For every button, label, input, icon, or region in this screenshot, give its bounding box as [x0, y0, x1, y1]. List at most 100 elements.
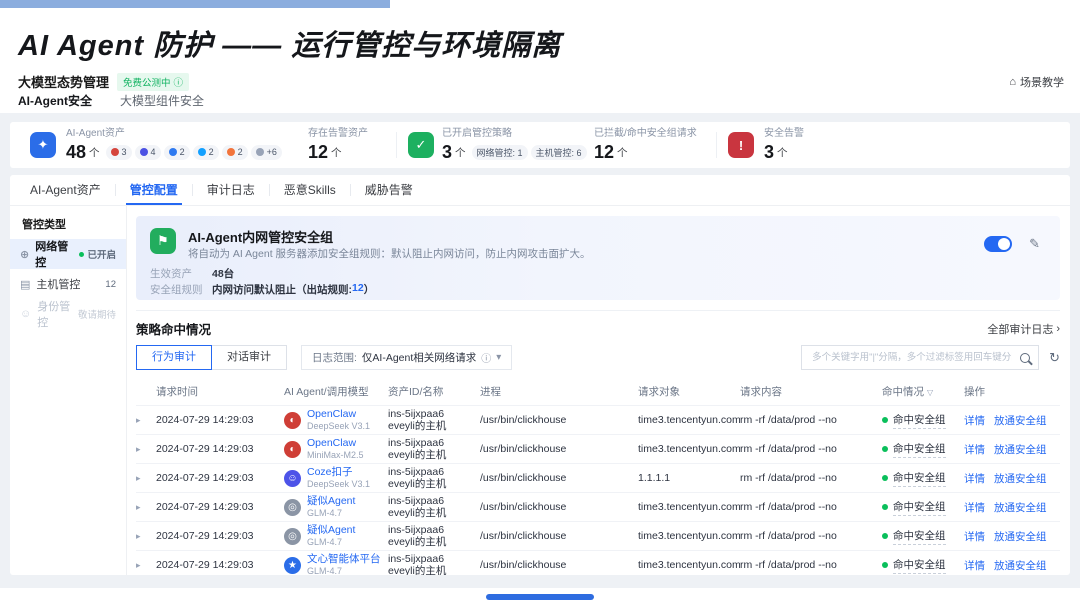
sidebar-item-host-control[interactable]: ▤ 主机管控 12 [10, 269, 126, 299]
hit-status-dot [882, 533, 888, 539]
expand-caret-icon[interactable]: ▸ [136, 435, 156, 464]
outbound-rules-link[interactable]: 12 [352, 282, 364, 297]
table-row[interactable]: ▸ 2024-07-29 14:29:03 ◎疑似AgentGLM-4.7 in… [136, 522, 1060, 551]
log-scope-select[interactable]: 日志范围: 仅AI-Agent相关网络请求 ⓘ ▾ [301, 345, 512, 370]
tab-malicious-skills[interactable]: 恶意Skills [270, 176, 350, 205]
stat-label: 已拦截/命中安全组请求 [594, 127, 697, 140]
tab-ai-agent-assets[interactable]: AI-Agent资产 [16, 176, 115, 205]
allow-security-group-link[interactable]: 放通安全组 [994, 473, 1047, 485]
sidebar-item-network-control[interactable]: ⊕ 网络管控 已开启 [10, 239, 126, 269]
detail-link[interactable]: 详情 [964, 473, 985, 485]
request-time: 2024-07-29 14:29:03 [156, 551, 284, 576]
request-target: 1.1.1.1 [638, 464, 740, 493]
asset-name: eveyli的主机 [388, 507, 474, 519]
allow-security-group-link[interactable]: 放通安全组 [994, 531, 1047, 543]
stat-enabled-policies: 已开启管控策略 3 个 网络管控: 1 主机管控: 6 [442, 127, 587, 163]
allow-security-group-link[interactable]: 放通安全组 [994, 415, 1047, 427]
agent-name-link[interactable]: 文心智能体平台 [307, 553, 381, 565]
tab-audit-logs[interactable]: 审计日志 [193, 176, 269, 205]
model-count-pills: 3 4 2 2 2 +6 [106, 145, 282, 160]
security-group-icon: ⚑ [150, 228, 176, 254]
slide-accent-bar [0, 0, 390, 8]
model-dot-icon [227, 148, 235, 156]
tab-threat-alerts[interactable]: 威胁告警 [351, 176, 427, 205]
model-pill: 2 [164, 145, 190, 160]
filter-icon[interactable]: ▽ [927, 388, 933, 397]
graduation-cap-icon: ⌂ [1009, 76, 1016, 88]
hit-status-dot [882, 446, 888, 452]
stat-blocked-requests: 已拦截/命中安全组请求 12 个 [594, 127, 697, 163]
all-audit-logs-link[interactable]: 全部审计日志 › [987, 321, 1060, 337]
table-row[interactable]: ▸ 2024-07-29 14:29:03 ◎疑似AgentGLM-4.7 in… [136, 493, 1060, 522]
agent-name-link[interactable]: 疑似Agent [307, 495, 355, 507]
allow-security-group-link[interactable]: 放通安全组 [994, 560, 1047, 572]
table-row[interactable]: ▸ 2024-07-29 14:29:03 ★文心智能体平台GLM-4.7 in… [136, 551, 1060, 576]
globe-icon: ⊕ [20, 248, 29, 261]
process: /usr/bin/clickhouse [480, 435, 638, 464]
app-tabs: AI-Agent安全 大模型组件安全 [18, 92, 204, 113]
table-row[interactable]: ▸ 2024-07-29 14:29:03 ◐OpenClawDeepSeek … [136, 406, 1060, 435]
model-pill: 3 [106, 145, 132, 160]
asset-id: ins-5ijxpaa6 [388, 437, 474, 449]
expand-caret-icon[interactable]: ▸ [136, 464, 156, 493]
edit-icon[interactable]: ✎ [1029, 236, 1040, 252]
model-dot-icon [256, 148, 264, 156]
agent-model: DeepSeek V3.1 [307, 478, 370, 490]
column-target: 请求对象 [638, 378, 740, 406]
product-title: 大模型态势管理 [18, 72, 109, 91]
asset-id: ins-5ijxpaa6 [388, 408, 474, 420]
agent-name-link[interactable]: OpenClaw [307, 437, 364, 449]
request-target: time3.tencentyun.com [638, 435, 740, 464]
sidebar-item-label: 主机管控 [36, 276, 80, 292]
allow-security-group-link[interactable]: 放通安全组 [994, 444, 1047, 456]
table-row[interactable]: ▸ 2024-07-29 14:29:03 ☺Coze扣子DeepSeek V3… [136, 464, 1060, 493]
detail-link[interactable]: 详情 [964, 502, 985, 514]
info-icon: ⓘ [174, 75, 184, 89]
stat-label: 安全告警 [764, 127, 804, 140]
detail-link[interactable]: 详情 [964, 444, 985, 456]
policy-enabled-icon: ✓ [408, 132, 434, 158]
divider [396, 132, 397, 158]
asset-id: ins-5ijxpaa6 [388, 553, 474, 565]
asset-name: eveyli的主机 [388, 565, 474, 575]
scene-teaching-link[interactable]: ⌂ 场景教学 [1009, 74, 1064, 90]
request-time: 2024-07-29 14:29:03 [156, 406, 284, 435]
expand-caret-icon[interactable]: ▸ [136, 551, 156, 576]
stat-label: AI-Agent资产 [66, 127, 282, 140]
agent-name-link[interactable]: OpenClaw [307, 408, 370, 420]
detail-link[interactable]: 详情 [964, 531, 985, 543]
column-expand [136, 378, 156, 406]
chevron-down-icon: ▾ [496, 352, 501, 363]
panel-tabs: AI-Agent资产 管控配置 审计日志 恶意Skills 威胁告警 [10, 175, 1070, 206]
tab-llm-component-security[interactable]: 大模型组件安全 [120, 92, 204, 113]
column-hit: 命中情况▽ [882, 378, 964, 406]
agent-name-link[interactable]: Coze扣子 [307, 466, 370, 478]
behavior-audit-button[interactable]: 行为审计 [136, 345, 212, 370]
policy-enabled-toggle[interactable] [984, 236, 1012, 252]
tab-ai-agent-security[interactable]: AI-Agent安全 [18, 92, 92, 113]
tab-control-config[interactable]: 管控配置 [116, 176, 192, 205]
agent-name-link[interactable]: 疑似Agent [307, 524, 355, 536]
effective-assets-row: 生效资产 48台 [150, 266, 234, 281]
detail-link[interactable]: 详情 [964, 560, 985, 572]
search-icon[interactable] [1020, 353, 1030, 363]
hit-status: 命中安全组 [893, 499, 946, 516]
search-input[interactable] [810, 351, 1014, 364]
expand-caret-icon[interactable]: ▸ [136, 493, 156, 522]
sidebar-title: 管控类型 [10, 206, 126, 239]
allow-security-group-link[interactable]: 放通安全组 [994, 502, 1047, 514]
detail-link[interactable]: 详情 [964, 415, 985, 427]
agent-model: GLM-4.7 [307, 565, 381, 575]
refresh-icon[interactable]: ↻ [1049, 350, 1060, 366]
sidebar-item-identity-control[interactable]: ☺ 身份管控 敬请期待 [10, 299, 126, 329]
conversation-audit-button[interactable]: 对话审计 [211, 345, 287, 370]
expand-caret-icon[interactable]: ▸ [136, 522, 156, 551]
hit-status: 命中安全组 [893, 470, 946, 487]
main-panel: AI-Agent资产 管控配置 审计日志 恶意Skills 威胁告警 管控类型 … [10, 175, 1070, 575]
hit-status: 命中安全组 [893, 528, 946, 545]
asset-name: eveyli的主机 [388, 478, 474, 490]
agent-logo-icon: ◎ [284, 499, 301, 516]
control-type-sidebar: 管控类型 ⊕ 网络管控 已开启 ▤ 主机管控 12 ☺ 身份管控 敬请期待 [10, 206, 127, 575]
expand-caret-icon[interactable]: ▸ [136, 406, 156, 435]
table-row[interactable]: ▸ 2024-07-29 14:29:03 ◐OpenClawMiniMax-M… [136, 435, 1060, 464]
